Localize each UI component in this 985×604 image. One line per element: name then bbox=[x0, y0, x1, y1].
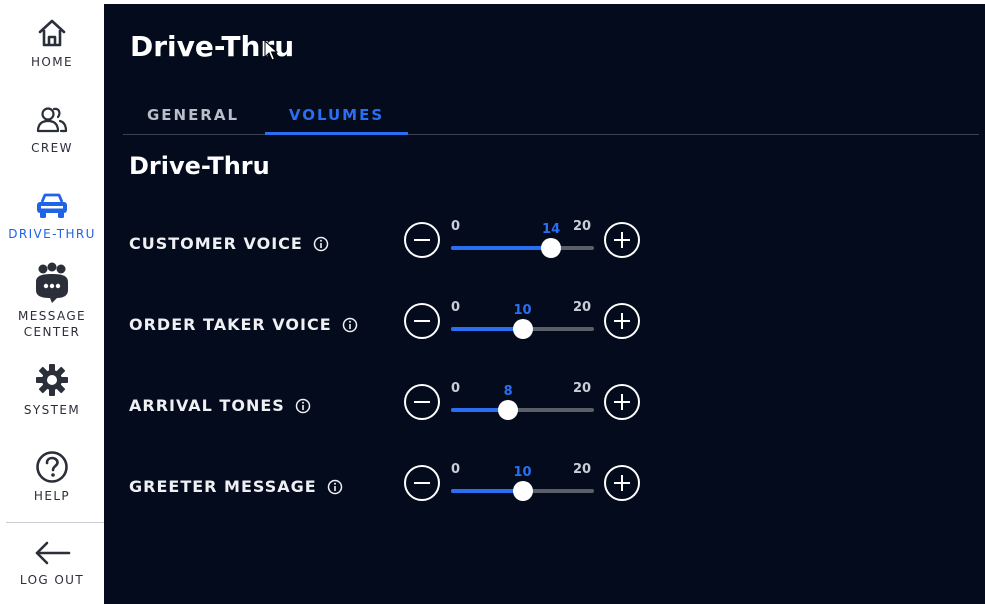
decrease-button[interactable] bbox=[404, 303, 440, 339]
arrow-left-icon bbox=[35, 541, 71, 565]
volume-label: ORDER TAKER VOICE bbox=[129, 315, 332, 334]
volume-slider-track[interactable] bbox=[451, 400, 594, 420]
volume-slider-thumb[interactable] bbox=[512, 319, 533, 339]
slider-max-label: 20 bbox=[573, 381, 592, 396]
volume-slider-thumb[interactable] bbox=[541, 238, 562, 258]
sidebar-divider bbox=[6, 522, 104, 523]
message-center-icon bbox=[36, 262, 68, 303]
slider-max-label: 20 bbox=[573, 219, 592, 234]
slider-min-label: 0 bbox=[451, 462, 461, 477]
sidebar-item-home[interactable]: HOME bbox=[0, 16, 104, 70]
volume-row-customer-voice: CUSTOMER VOICE 0 14 20 bbox=[104, 219, 985, 272]
section-title: Drive-Thru bbox=[129, 152, 270, 180]
sidebar-item-label: HELP bbox=[33, 489, 71, 503]
sidebar-item-label: SYSTEM bbox=[23, 403, 81, 417]
increase-button[interactable] bbox=[604, 222, 640, 258]
volume-slider-track[interactable] bbox=[451, 319, 594, 339]
volume-label: GREETER MESSAGE bbox=[129, 477, 317, 496]
help-icon bbox=[36, 451, 68, 483]
volume-label-container: CUSTOMER VOICE bbox=[129, 234, 329, 253]
info-icon[interactable] bbox=[313, 236, 329, 252]
volume-slider-track[interactable] bbox=[451, 238, 594, 258]
volume-row-arrival-tones: ARRIVAL TONES 0 8 20 bbox=[104, 381, 985, 434]
main-panel: Drive-Thru GENERAL VOLUMES Drive-Thru CU… bbox=[104, 4, 985, 604]
logout-button[interactable]: LOG OUT bbox=[0, 538, 104, 588]
slider-max-label: 20 bbox=[573, 300, 592, 315]
info-icon[interactable] bbox=[295, 398, 311, 414]
logout-label: LOG OUT bbox=[19, 573, 85, 587]
slider-max-label: 20 bbox=[573, 462, 592, 477]
slider-value-label: 10 bbox=[513, 465, 532, 480]
volume-slider-thumb[interactable] bbox=[512, 481, 533, 501]
volume-label: ARRIVAL TONES bbox=[129, 396, 285, 415]
sidebar: HOME CREW DRIVE-THRU MESSAGE CENTER SYST… bbox=[0, 0, 104, 604]
volume-slider-thumb[interactable] bbox=[498, 400, 519, 420]
sidebar-item-label: CREW bbox=[31, 141, 73, 155]
car-icon bbox=[37, 193, 67, 218]
volume-slider-fill bbox=[451, 246, 552, 250]
sidebar-item-label: DRIVE-THRU bbox=[8, 227, 96, 241]
increase-button[interactable] bbox=[604, 465, 640, 501]
volume-row-order-taker-voice: ORDER TAKER VOICE 0 10 20 bbox=[104, 300, 985, 353]
info-icon[interactable] bbox=[342, 317, 358, 333]
mouse-cursor-icon bbox=[264, 40, 278, 61]
tab-volumes[interactable]: VOLUMES bbox=[265, 104, 408, 135]
sidebar-item-message-center[interactable]: MESSAGE CENTER bbox=[0, 262, 104, 340]
sidebar-item-drive-thru[interactable]: DRIVE-THRU bbox=[0, 190, 104, 242]
sidebar-item-label: MESSAGE CENTER bbox=[17, 309, 87, 339]
volume-label-container: ARRIVAL TONES bbox=[129, 396, 311, 415]
slider-value-label: 10 bbox=[513, 303, 532, 318]
info-icon[interactable] bbox=[327, 479, 343, 495]
crew-icon bbox=[36, 107, 68, 133]
slider-value-label: 14 bbox=[542, 222, 561, 237]
sidebar-item-crew[interactable]: CREW bbox=[0, 104, 104, 156]
sidebar-item-label: HOME bbox=[30, 55, 73, 69]
volume-label-container: ORDER TAKER VOICE bbox=[129, 315, 358, 334]
home-icon bbox=[38, 19, 66, 47]
slider-min-label: 0 bbox=[451, 219, 461, 234]
slider-min-label: 0 bbox=[451, 300, 461, 315]
decrease-button[interactable] bbox=[404, 384, 440, 420]
gear-icon bbox=[36, 364, 68, 396]
decrease-button[interactable] bbox=[404, 465, 440, 501]
slider-value-label: 8 bbox=[503, 384, 513, 399]
decrease-button[interactable] bbox=[404, 222, 440, 258]
volume-label: CUSTOMER VOICE bbox=[129, 234, 303, 253]
tab-bar: GENERAL VOLUMES bbox=[123, 104, 979, 135]
tab-general[interactable]: GENERAL bbox=[123, 104, 263, 135]
increase-button[interactable] bbox=[604, 303, 640, 339]
volume-slider-track[interactable] bbox=[451, 481, 594, 501]
sidebar-item-help[interactable]: HELP bbox=[0, 450, 104, 504]
volume-label-container: GREETER MESSAGE bbox=[129, 477, 343, 496]
volume-row-greeter-message: GREETER MESSAGE 0 10 20 bbox=[104, 462, 985, 515]
increase-button[interactable] bbox=[604, 384, 640, 420]
slider-min-label: 0 bbox=[451, 381, 461, 396]
sidebar-item-system[interactable]: SYSTEM bbox=[0, 362, 104, 418]
